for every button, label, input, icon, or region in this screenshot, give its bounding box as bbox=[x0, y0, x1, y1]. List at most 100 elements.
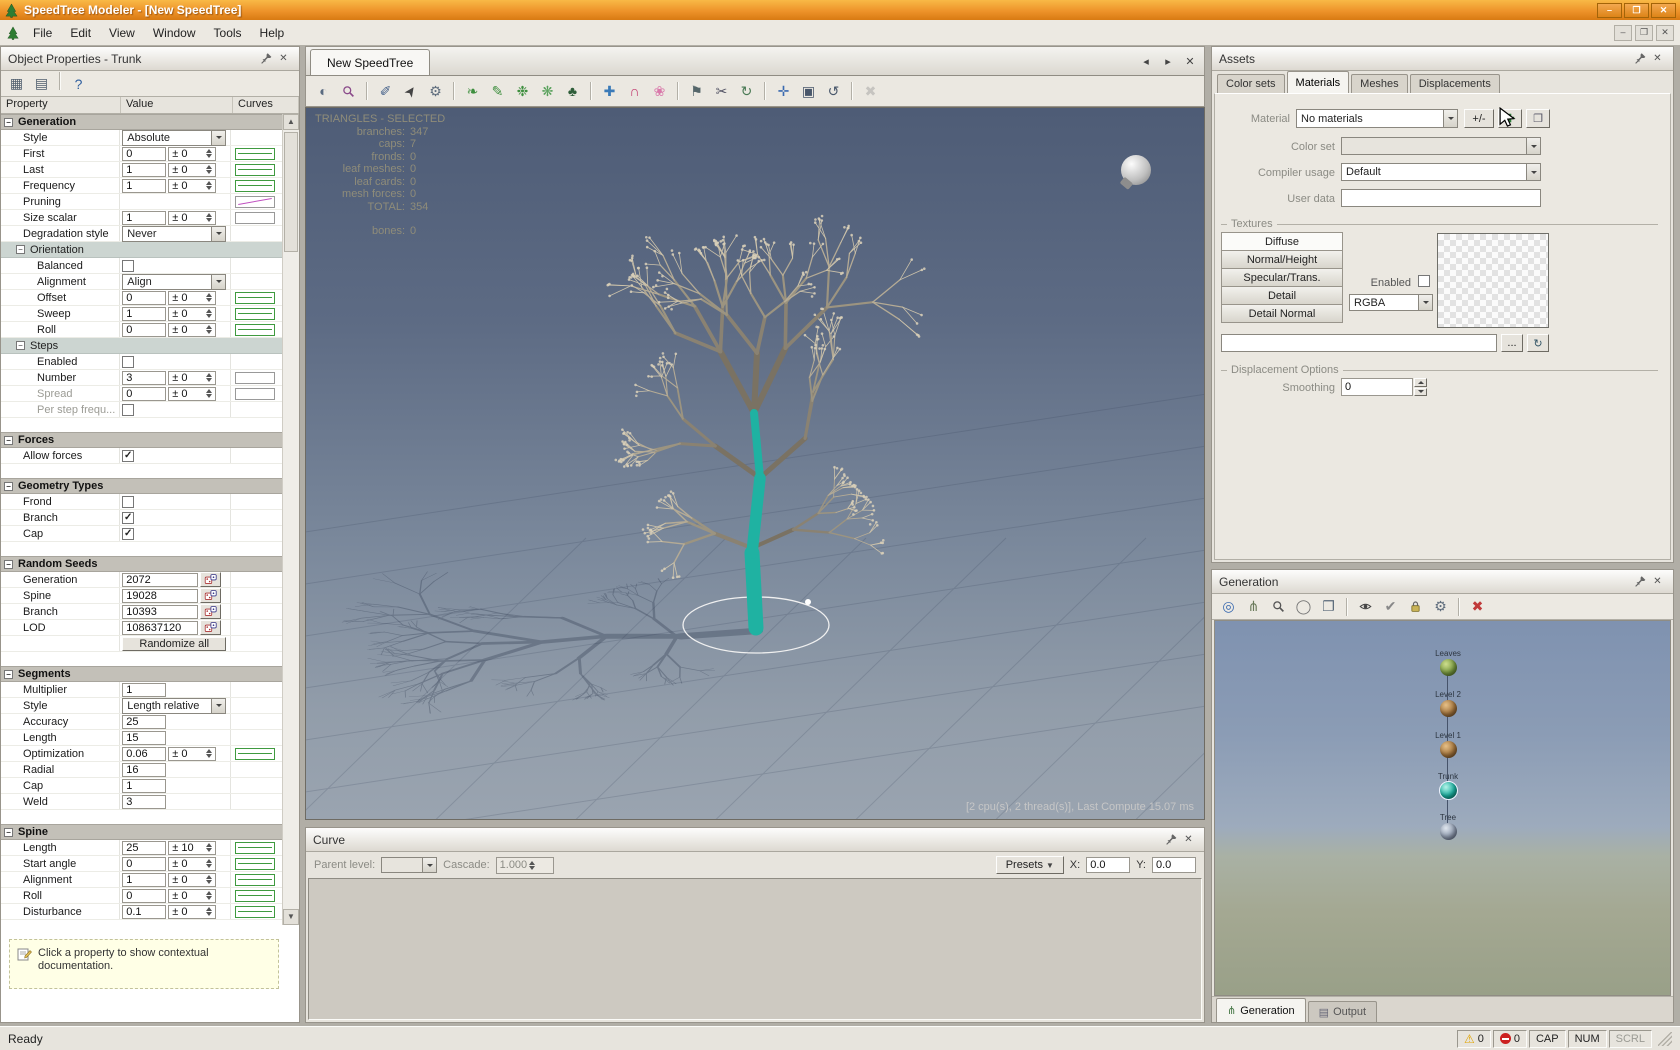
import-material-button[interactable]: ❐ bbox=[1526, 109, 1550, 128]
variance-box[interactable]: ± 0 bbox=[168, 857, 216, 871]
add-remove-material-button[interactable]: +/- bbox=[1464, 109, 1494, 128]
property-row-multiplier[interactable]: Multiplier1 bbox=[1, 682, 282, 698]
property-row-alignment[interactable]: AlignmentAlign bbox=[1, 274, 282, 290]
dropdown[interactable]: Length relative bbox=[122, 698, 226, 714]
variance-box[interactable]: ± 0 bbox=[168, 323, 216, 337]
property-row-roll[interactable]: Roll0± 0 bbox=[1, 322, 282, 338]
curve-thumbnail[interactable] bbox=[235, 308, 275, 320]
property-row-optimization[interactable]: Optimization0.06± 0 bbox=[1, 746, 282, 762]
browse-button[interactable]: ... bbox=[1501, 334, 1523, 352]
property-section-random-seeds[interactable]: −Random Seeds bbox=[1, 556, 282, 572]
value-box[interactable]: 0.1 bbox=[122, 905, 166, 919]
flower-icon[interactable]: ❀ bbox=[648, 80, 671, 103]
curve-thumbnail[interactable] bbox=[235, 324, 275, 336]
column-curves[interactable]: Curves bbox=[233, 97, 299, 113]
texture-channel-diffuse[interactable]: Diffuse bbox=[1221, 232, 1343, 251]
cascade-spinner[interactable] bbox=[529, 861, 535, 870]
property-row-length[interactable]: Length15 bbox=[1, 730, 282, 746]
scroll-down-icon[interactable]: ▼ bbox=[283, 909, 299, 925]
lock-icon[interactable] bbox=[1404, 595, 1427, 618]
restore-button[interactable]: ❐ bbox=[1624, 3, 1649, 18]
close-button[interactable]: ✕ bbox=[1651, 3, 1676, 18]
texture-channel-detail[interactable]: Detail bbox=[1221, 286, 1343, 305]
close-icon[interactable]: ✕ bbox=[275, 51, 292, 67]
property-row-offset[interactable]: Offset0± 0 bbox=[1, 290, 282, 306]
mdi-restore-button[interactable]: ❐ bbox=[1635, 25, 1653, 41]
property-row-cap[interactable]: Cap✓ bbox=[1, 526, 282, 542]
checkbox[interactable] bbox=[122, 260, 134, 272]
pin-icon[interactable] bbox=[1632, 51, 1649, 67]
texture-channel-normal-height[interactable]: Normal/Height bbox=[1221, 250, 1343, 269]
checkbox[interactable]: ✓ bbox=[122, 512, 134, 524]
next-tab-icon[interactable]: ▸ bbox=[1160, 53, 1176, 69]
curve-thumbnail[interactable] bbox=[235, 212, 275, 224]
variance-box[interactable]: ± 0 bbox=[168, 291, 216, 305]
property-section-orientation[interactable]: −Orientation bbox=[1, 242, 282, 258]
variance-box[interactable]: ± 10 bbox=[168, 841, 216, 855]
value-box[interactable]: 25 bbox=[122, 715, 166, 729]
texture-channel-detail-normal[interactable]: Detail Normal bbox=[1221, 304, 1343, 323]
property-row-randomize-all[interactable]: Randomize all bbox=[1, 636, 282, 652]
variance-box[interactable]: ± 0 bbox=[168, 163, 216, 177]
property-row-weld[interactable]: Weld3 bbox=[1, 794, 282, 810]
reload-texture-button[interactable]: ↻ bbox=[1527, 334, 1549, 352]
property-row-radial[interactable]: Radial16 bbox=[1, 762, 282, 778]
property-section-spine[interactable]: −Spine bbox=[1, 824, 282, 840]
property-row-branch[interactable]: Branch✓ bbox=[1, 510, 282, 526]
errors-indicator[interactable]: 0 bbox=[1493, 1030, 1527, 1048]
value-box[interactable]: 0 bbox=[122, 323, 166, 337]
add-target-icon[interactable]: ✚ bbox=[598, 80, 621, 103]
tree-wizard-icon[interactable]: ❋ bbox=[536, 80, 559, 103]
property-row-spine[interactable]: Spine19028 bbox=[1, 588, 282, 604]
spinner-control[interactable] bbox=[206, 749, 212, 758]
magnify-region-icon[interactable] bbox=[337, 80, 360, 103]
property-grid-scrollbar[interactable]: ▲ ▼ bbox=[282, 114, 299, 925]
assets-tab-meshes[interactable]: Meshes bbox=[1351, 74, 1408, 93]
y-value-field[interactable]: 0.0 bbox=[1152, 857, 1196, 873]
texture-preview[interactable] bbox=[1437, 233, 1549, 328]
x-value-field[interactable]: 0.0 bbox=[1086, 857, 1130, 873]
curve-thumbnail[interactable] bbox=[235, 858, 275, 870]
curve-thumbnail[interactable] bbox=[235, 164, 275, 176]
parent-level-dropdown[interactable] bbox=[381, 857, 437, 873]
property-row-cap[interactable]: Cap1 bbox=[1, 778, 282, 794]
collapse-icon[interactable]: − bbox=[4, 560, 13, 569]
randomize-seed-icon[interactable] bbox=[200, 572, 221, 587]
value-box[interactable]: 0 bbox=[122, 291, 166, 305]
curve-thumbnail[interactable] bbox=[235, 874, 275, 886]
chevron-down-icon[interactable] bbox=[211, 275, 225, 289]
rotate-view-icon[interactable]: ↺ bbox=[822, 80, 845, 103]
texture-enabled-checkbox[interactable] bbox=[1418, 275, 1430, 287]
property-row-frequency[interactable]: Frequency1± 0 bbox=[1, 178, 282, 194]
variance-box[interactable]: ± 0 bbox=[168, 371, 216, 385]
generation-node-level-1[interactable]: Level 1 bbox=[1408, 731, 1488, 758]
property-row-frond[interactable]: Frond bbox=[1, 494, 282, 510]
value-box[interactable]: 25 bbox=[122, 841, 166, 855]
generation-node-tree[interactable]: Tree bbox=[1408, 813, 1488, 840]
curve-thumbnail[interactable] bbox=[235, 906, 275, 918]
property-section-geometry-types[interactable]: −Geometry Types bbox=[1, 478, 282, 494]
property-row-alignment[interactable]: Alignment1± 0 bbox=[1, 872, 282, 888]
node-edit-icon[interactable]: ⚙ bbox=[424, 80, 447, 103]
value-box[interactable]: 1 bbox=[122, 307, 166, 321]
property-row-style[interactable]: StyleLength relative bbox=[1, 698, 282, 714]
spinner-control[interactable] bbox=[206, 325, 212, 334]
visibility-icon[interactable] bbox=[1354, 595, 1377, 618]
property-row-start-angle[interactable]: Start angle0± 0 bbox=[1, 856, 282, 872]
focus-generator-icon[interactable]: ⚙ bbox=[1429, 595, 1452, 618]
close-icon[interactable]: ✕ bbox=[1180, 832, 1197, 848]
value-box[interactable]: 0 bbox=[122, 147, 166, 161]
user-data-input[interactable] bbox=[1341, 189, 1541, 207]
pin-icon[interactable] bbox=[1632, 574, 1649, 590]
list-view-icon[interactable]: ▤ bbox=[30, 72, 53, 95]
mdi-minimize-button[interactable]: – bbox=[1614, 25, 1632, 41]
property-row-generation[interactable]: Generation2072 bbox=[1, 572, 282, 588]
prev-tab-icon[interactable]: ◂ bbox=[1138, 53, 1154, 69]
presets-button[interactable]: Presets▼ bbox=[996, 856, 1064, 874]
menu-window[interactable]: Window bbox=[144, 22, 205, 44]
assets-tab-materials[interactable]: Materials bbox=[1287, 71, 1350, 93]
dropdown[interactable]: Absolute bbox=[122, 130, 226, 146]
flag-marker-icon[interactable]: ⚑ bbox=[685, 80, 708, 103]
curve-thumbnail[interactable] bbox=[235, 890, 275, 902]
spinner-control[interactable] bbox=[206, 181, 212, 190]
